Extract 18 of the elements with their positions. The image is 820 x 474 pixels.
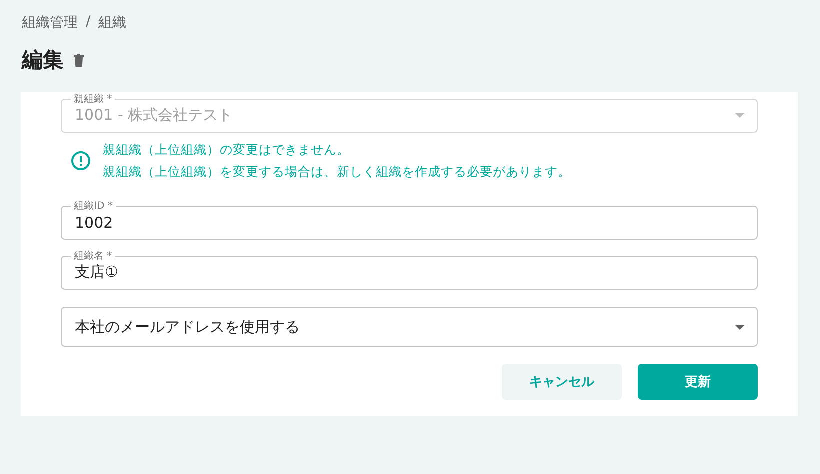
notice-text: 親組織（上位組織）の変更はできません。 bbox=[103, 141, 351, 159]
select-field[interactable]: 本社のメールアドレスを使用する bbox=[61, 307, 758, 347]
caret-icon bbox=[735, 324, 745, 330]
field-label: 組織名 * bbox=[73, 251, 114, 262]
field-label: 親組織 * bbox=[73, 94, 114, 105]
trash-icon[interactable] bbox=[74, 54, 84, 66]
field-label: 組織ID * bbox=[73, 201, 114, 212]
alert-icon bbox=[71, 151, 91, 171]
breadcrumb-separator: / bbox=[86, 14, 91, 32]
breadcrumb-item[interactable]: 組織 bbox=[98, 14, 127, 32]
input-field[interactable]: 組織名 * 支店① bbox=[61, 251, 758, 290]
select-field: 親組織 * 1001 - 株式会社テスト bbox=[61, 94, 758, 133]
caret-icon bbox=[735, 113, 745, 118]
breadcrumb-item[interactable]: 組織管理 bbox=[22, 14, 78, 32]
page-title: 編集 bbox=[22, 47, 64, 74]
update-button[interactable]: 更新 bbox=[638, 364, 758, 400]
input-field[interactable]: 組織ID * 1002 bbox=[61, 201, 758, 240]
notice-text: 親組織（上位組織）を変更する場合は、新しく組織を作成する必要があります。 bbox=[103, 163, 571, 181]
